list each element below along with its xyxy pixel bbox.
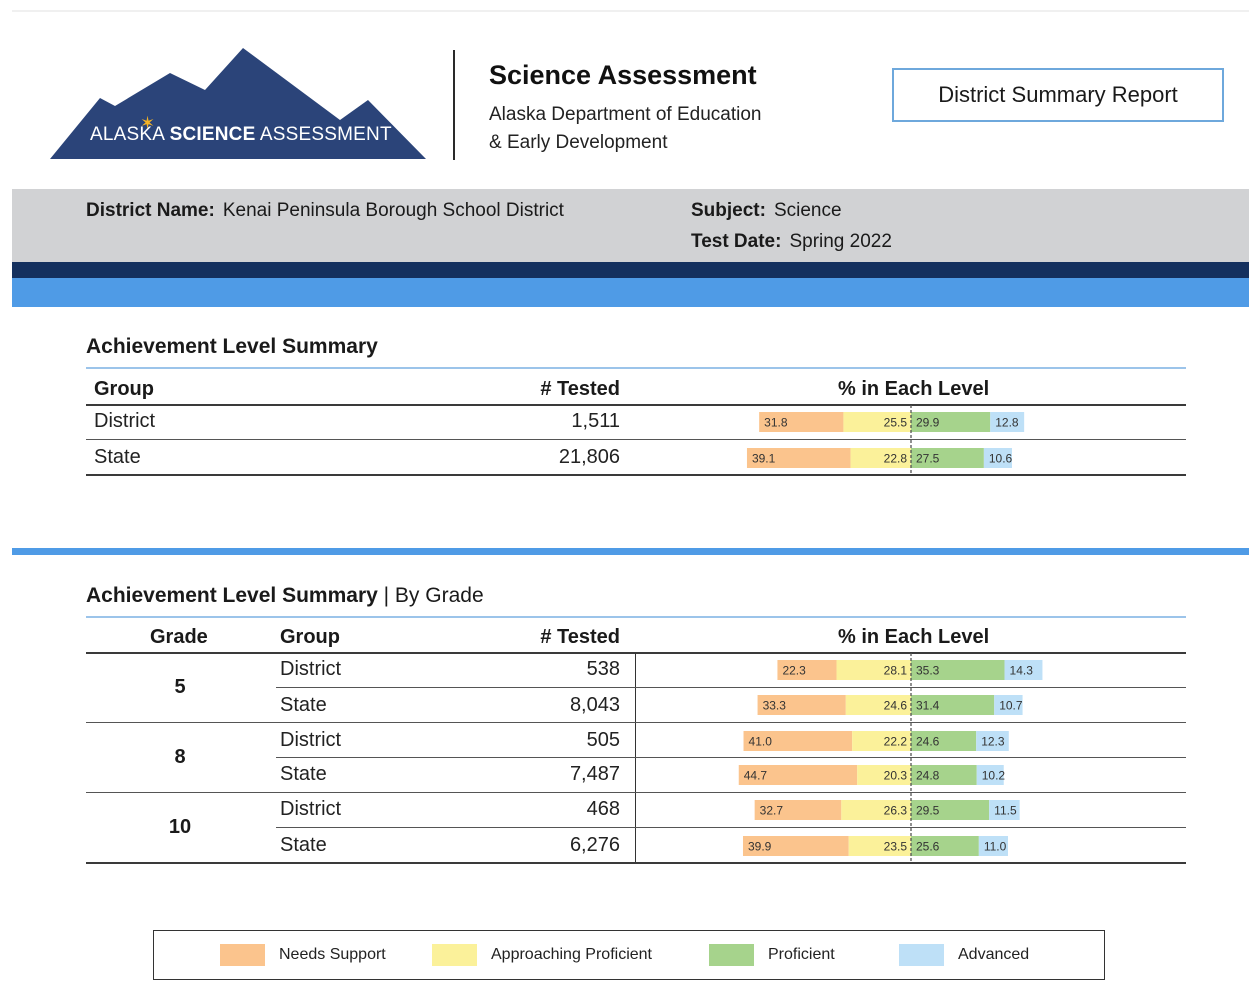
by-grade-title-main: Achievement Level Summary: [86, 584, 378, 607]
logo-text-assessment: ASSESSMENT: [259, 124, 392, 145]
bar-label-proficient: 29.5: [916, 804, 940, 818]
legend-label-approaching: Approaching Proficient: [491, 946, 652, 963]
bar-label-proficient: 24.8: [916, 769, 940, 783]
legend-item-needs-support: Needs Support: [220, 931, 386, 979]
summary-row-tested: 21,806: [558, 446, 620, 468]
bar-row: 31.8 25.5 29.9 12.8: [759, 412, 1025, 432]
bar-row: 39.9 23.5 25.6 11.0: [742, 836, 1008, 856]
legend-swatch-approaching: [432, 944, 477, 966]
district-name-value: Kenai Peninsula Borough School District: [222, 200, 564, 221]
bar-label-proficient: 25.6: [916, 840, 940, 854]
bar-label-needs-support: 41.0: [749, 735, 773, 749]
district-name-field: District Name: Kenai Peninsula Borough Sc…: [86, 200, 564, 222]
tested-column-separator: [635, 653, 636, 863]
bar-label-advanced: 10.2: [982, 769, 1006, 783]
summary-row-tested: 1,511: [571, 410, 620, 432]
legend-item-advanced: Advanced: [899, 931, 1029, 979]
bar-label-needs-support: 39.9: [748, 840, 772, 854]
by-grade-col-group: Group: [280, 626, 340, 648]
bar-label-needs-support: 22.3: [782, 664, 806, 678]
legend-item-proficient: Proficient: [709, 931, 835, 979]
bar-label-advanced: 11.5: [994, 804, 1017, 818]
summary-title: Achievement Level Summary: [86, 335, 378, 358]
grade-row-tested: 6,276: [569, 834, 620, 856]
grade-row-group: State: [280, 694, 327, 716]
bar-label-advanced: 14.3: [1010, 664, 1034, 678]
bar-row: 44.7 20.3 24.8 10.2: [738, 765, 1006, 785]
grade-row-group: District: [280, 658, 342, 680]
alaska-science-assessment-logo: ✶ ALASKA SCIENCE ASSESSMENT: [50, 48, 426, 160]
legend-swatch-proficient: [709, 944, 754, 966]
by-grade-col-grade: Grade: [150, 626, 208, 648]
bar-label-approaching: 22.8: [884, 452, 908, 466]
bar-row: 41.0 22.2 24.6 12.3: [743, 731, 1009, 751]
legend-label-needs-support: Needs Support: [279, 946, 386, 963]
bar-label-advanced: 10.6: [989, 452, 1013, 466]
by-grade-title-suffix: | By Grade: [383, 584, 484, 607]
summary-row-group: State: [94, 446, 141, 468]
bar-label-needs-support: 31.8: [764, 416, 788, 430]
logo-text-science: SCIENCE: [169, 124, 256, 145]
bar-row: 33.3 24.6 31.4 10.7: [757, 695, 1023, 715]
bar-label-advanced: 10.7: [999, 699, 1023, 713]
grade-row-group: State: [280, 763, 327, 785]
grade-label: 5: [174, 676, 186, 698]
grade-row-group: District: [280, 729, 342, 751]
by-grade-col-tested: # Tested: [540, 626, 620, 648]
bar-label-needs-support: 44.7: [744, 769, 768, 783]
summary-row-group: District: [94, 410, 156, 432]
bar-label-approaching: 26.3: [884, 804, 908, 818]
by-grade-title: Achievement Level Summary | By Grade: [86, 584, 484, 608]
header-divider: [453, 50, 455, 160]
bar-label-approaching: 28.1: [884, 664, 908, 678]
grade-label: 10: [168, 816, 192, 838]
bar-label-approaching: 20.3: [884, 769, 908, 783]
legend-label-proficient: Proficient: [768, 946, 835, 963]
bar-label-proficient: 35.3: [916, 664, 940, 678]
bar-label-proficient: 29.9: [916, 416, 940, 430]
bar-label-needs-support: 32.7: [760, 804, 784, 818]
bar-row: 32.7 26.3 29.5 11.5: [754, 800, 1020, 820]
grade-row-tested: 538: [586, 658, 620, 680]
bar-label-advanced: 12.3: [981, 735, 1005, 749]
chart-legend: Needs Support Approaching Proficient Pro…: [153, 930, 1105, 980]
grade-row-group: State: [280, 834, 327, 856]
bar-row: 22.3 28.1 35.3 14.3: [777, 660, 1043, 680]
bar-label-approaching: 23.5: [884, 840, 908, 854]
summary-col-group: Group: [94, 378, 154, 400]
district-name-label: District Name:: [86, 200, 215, 221]
logo-text-alaska: ALASKA: [90, 124, 165, 145]
grade-row-tested: 468: [586, 798, 620, 820]
bar-row: 39.1 22.8 27.5 10.6: [746, 448, 1013, 468]
legend-item-approaching: Approaching Proficient: [432, 931, 652, 979]
summary-col-tested: # Tested: [540, 378, 620, 400]
bar-label-proficient: 24.6: [916, 735, 940, 749]
legend-swatch-needs-support: [220, 944, 265, 966]
legend-label-advanced: Advanced: [958, 946, 1030, 963]
grade-row-tested: 8,043: [569, 694, 620, 716]
bar-label-approaching: 25.5: [884, 416, 908, 430]
grade-row-tested: 7,487: [569, 763, 620, 785]
grade-row-group: District: [280, 798, 342, 820]
bar-label-approaching: 22.2: [884, 735, 908, 749]
achievement-bars-chart: 31.8 25.5 29.9 12.8 39.1 22.8 27.5 10.6 22.3 28.1…: [738, 405, 1043, 862]
logo-text: ALASKA SCIENCE ASSESSMENT: [90, 124, 392, 146]
legend-swatch-advanced: [899, 944, 944, 966]
bar-label-advanced: 12.8: [995, 416, 1019, 430]
bar-label-proficient: 31.4: [916, 699, 940, 713]
bar-label-needs-support: 33.3: [763, 699, 787, 713]
bar-label-approaching: 24.6: [884, 699, 908, 713]
bar-label-proficient: 27.5: [916, 452, 940, 466]
bar-label-needs-support: 39.1: [752, 452, 776, 466]
grade-row-tested: 505: [586, 729, 620, 751]
grade-label: 8: [174, 746, 186, 768]
bar-label-advanced: 11.0: [984, 840, 1007, 854]
